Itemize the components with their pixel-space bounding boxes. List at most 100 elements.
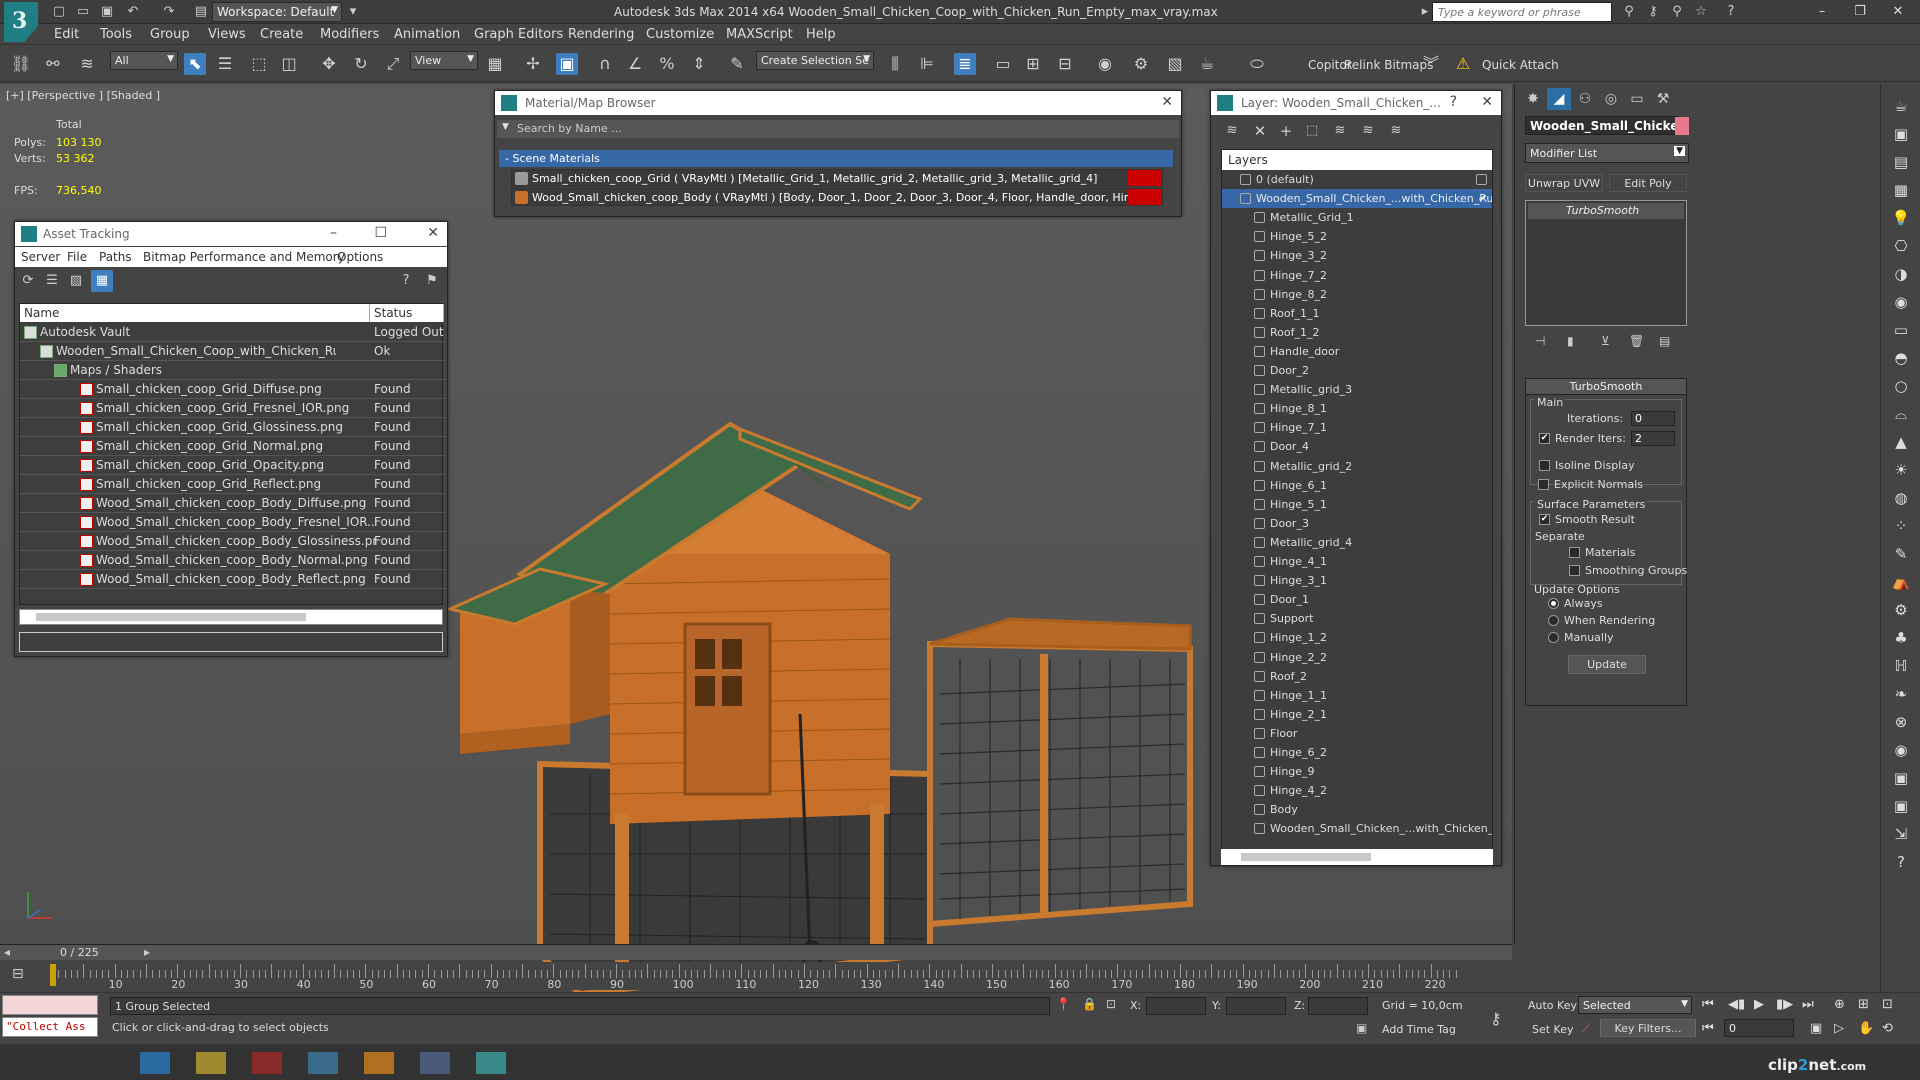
visibility-icon[interactable] — [1476, 174, 1487, 185]
delete-layer-icon[interactable]: ✕ — [1249, 120, 1271, 142]
render-iters-spinner[interactable]: 2 — [1631, 431, 1675, 446]
close-icon[interactable]: ✕ — [427, 225, 439, 241]
paint-icon[interactable]: ✎ — [1891, 544, 1911, 564]
material-item-grid[interactable]: Small_chicken_coop_Grid ( VRayMtl ) [Met… — [511, 169, 1163, 187]
update-button[interactable]: Update — [1568, 655, 1646, 674]
schematic-view-icon[interactable]: ⊟ — [1054, 53, 1076, 75]
tent-icon[interactable]: ⛺ — [1891, 572, 1911, 592]
isoline-checkbox[interactable] — [1539, 460, 1550, 471]
new-layer-icon[interactable]: ≋ — [1221, 120, 1243, 142]
dome-icon[interactable]: ◓ — [1891, 348, 1911, 368]
materials-checkbox[interactable] — [1569, 547, 1580, 558]
chicken-coop-model[interactable] — [440, 394, 1200, 994]
quick-attach-label[interactable]: Quick Attach — [1482, 58, 1559, 72]
help-icon[interactable]: ? — [1891, 852, 1911, 872]
manually-radio[interactable] — [1548, 632, 1559, 643]
next-key-icon[interactable]: ▮▶ — [1776, 997, 1793, 1012]
material-browser-titlebar[interactable]: Material/Map Browser — [495, 91, 1181, 115]
material-item-wood[interactable]: Wood_Small_chicken_coop_Body ( VRayMtl )… — [511, 188, 1163, 206]
image-view-icon[interactable]: ▧ — [65, 270, 87, 292]
motion-tab-icon[interactable]: ◎ — [1599, 88, 1623, 110]
scale-icon[interactable]: ⤢ — [382, 53, 404, 75]
layer-object[interactable]: Hinge_5_2 — [1222, 227, 1492, 246]
key-filters-button[interactable]: Key Filters... — [1600, 1019, 1696, 1037]
edit-poly-button[interactable]: Edit Poly — [1609, 174, 1687, 192]
table-row[interactable]: Small_chicken_coop_Grid_Diffuse.png Found — [20, 380, 444, 399]
maximize-icon[interactable]: ☐ — [374, 225, 387, 241]
x-coord-field[interactable] — [1146, 997, 1206, 1015]
table-row[interactable]: Autodesk Vault Logged Out — [20, 323, 444, 342]
taskbar-app-icon[interactable] — [476, 1052, 506, 1074]
layer-object[interactable]: Hinge_3_1 — [1222, 571, 1492, 590]
table-row[interactable]: Wooden_Small_Chicken_Coop_with_Chicken_R… — [20, 342, 444, 361]
configure-sets-icon[interactable]: ▤ — [1659, 334, 1670, 348]
viewport-label[interactable]: [+] [Perspective ] [Shaded ] — [6, 89, 160, 102]
hierarchy-tab-icon[interactable]: ⚇ — [1573, 88, 1597, 110]
make-unique-icon[interactable]: ⊻ — [1601, 334, 1610, 348]
new-file-icon[interactable]: ▢ — [50, 3, 68, 21]
rect-selection-icon[interactable]: ⬚ — [248, 53, 270, 75]
communication-icon[interactable]: ⚲ — [1668, 3, 1686, 21]
layer-object[interactable]: Hinge_4_2 — [1222, 781, 1492, 800]
layer-object[interactable]: Hinge_3_2 — [1222, 246, 1492, 265]
menu-tools[interactable]: Tools — [100, 27, 132, 42]
taskbar-app-icon[interactable] — [420, 1052, 450, 1074]
curve-editor-icon[interactable]: ⊞ — [1022, 53, 1044, 75]
go-to-start-icon[interactable]: ⏮ — [1702, 997, 1714, 1012]
layer-object[interactable]: Hinge_8_1 — [1222, 399, 1492, 418]
table-row[interactable]: Wood_Small_chicken_coop_Body_Fresnel_IOR… — [20, 513, 444, 532]
orbit-icon[interactable]: ⟲ — [1882, 1021, 1893, 1036]
menu-graph-editors[interactable]: Graph Editors — [474, 27, 563, 42]
particles-icon[interactable]: ⁘ — [1891, 516, 1911, 536]
zoom-icon[interactable]: ⊕ — [1834, 997, 1845, 1012]
asset-menu-options[interactable]: Options — [337, 250, 383, 264]
set-key-button[interactable]: Set Key — [1532, 1023, 1574, 1036]
y-coord-field[interactable] — [1226, 997, 1286, 1015]
copitor-icon[interactable]: ⬭ — [1246, 53, 1268, 75]
ox-icon[interactable]: ⊗ — [1891, 712, 1911, 732]
asset-menu-file[interactable]: File — [67, 250, 87, 264]
camera-icon[interactable]: ⎔ — [1891, 236, 1911, 256]
prev-frame-icon[interactable]: ◂ — [4, 945, 10, 959]
select-manipulate-icon[interactable]: ✢ — [522, 53, 544, 75]
cone-icon[interactable]: ▲ — [1891, 432, 1911, 452]
gear-icon[interactable]: ⚙ — [1891, 600, 1911, 620]
pin-icon[interactable]: 📍 — [1056, 997, 1071, 1011]
taskbar-app-icon[interactable] — [252, 1052, 282, 1074]
table-row[interactable]: Wood_Small_chicken_coop_Body_Diffuse.png… — [20, 494, 444, 513]
zoom-all-icon[interactable]: ⊞ — [1858, 997, 1869, 1012]
layer-default[interactable]: 0 (default) — [1222, 170, 1492, 189]
taskbar-app-icon[interactable] — [196, 1052, 226, 1074]
track-bar[interactable]: ⊟ 10 20 30 40 50 60 70 80 90 100 110 120 130 140 150 16… — [0, 962, 1470, 991]
teapot-icon[interactable]: ☕ — [1891, 96, 1911, 116]
percent-snap-icon[interactable]: % — [656, 53, 678, 75]
time-slider[interactable]: ◂ 0 / 225 ▸ — [0, 944, 1512, 960]
hf-icon[interactable]: ℍ — [1891, 656, 1911, 676]
table-row[interactable]: Wood_Small_chicken_coop_Body_Reflect.png… — [20, 570, 444, 589]
sphere-icon[interactable]: ○ — [1891, 376, 1911, 396]
layer-object[interactable]: Hinge_2_2 — [1222, 648, 1492, 667]
favorites-star-icon[interactable]: ☆ — [1692, 3, 1710, 21]
time-config-icon[interactable]: ▣ — [1810, 1021, 1822, 1036]
lock-icon[interactable]: 🔒 — [1082, 997, 1097, 1011]
table-row[interactable]: Small_chicken_coop_Grid_Opacity.png Found — [20, 456, 444, 475]
graphite-tools-icon[interactable]: ▭ — [992, 53, 1014, 75]
warning-icon[interactable]: ⚠ — [1452, 53, 1474, 75]
layer-selected[interactable]: Wooden_Small_Chicken_...with_Chicken_Run… — [1222, 189, 1492, 209]
highlight-layer-icon[interactable]: ≋ — [1329, 120, 1351, 142]
layer-object[interactable]: Door_3 — [1222, 514, 1492, 533]
layer-object[interactable]: Handle_door — [1222, 342, 1492, 361]
layer-object[interactable]: Door_1 — [1222, 590, 1492, 609]
search-input[interactable]: Type a keyword or phrase — [1432, 2, 1612, 22]
light-icon[interactable]: 💡 — [1891, 208, 1911, 228]
layer-object[interactable]: Door_2 — [1222, 361, 1492, 380]
layer-object[interactable]: Hinge_1_2 — [1222, 628, 1492, 647]
close-icon[interactable]: ✕ — [1161, 94, 1173, 110]
basket-icon[interactable]: ⌓ — [1891, 404, 1911, 424]
stack-item-turbosmooth[interactable]: TurboSmooth — [1528, 203, 1684, 219]
set-key-icon[interactable]: ⟋ — [1582, 1021, 1590, 1036]
table-row[interactable]: Small_chicken_coop_Grid_Normal.png Found — [20, 437, 444, 456]
leaf-icon[interactable]: ❧ — [1891, 684, 1911, 704]
help-context-icon[interactable]: ⚑ — [421, 270, 443, 292]
align-icon[interactable]: ⊫ — [916, 53, 938, 75]
